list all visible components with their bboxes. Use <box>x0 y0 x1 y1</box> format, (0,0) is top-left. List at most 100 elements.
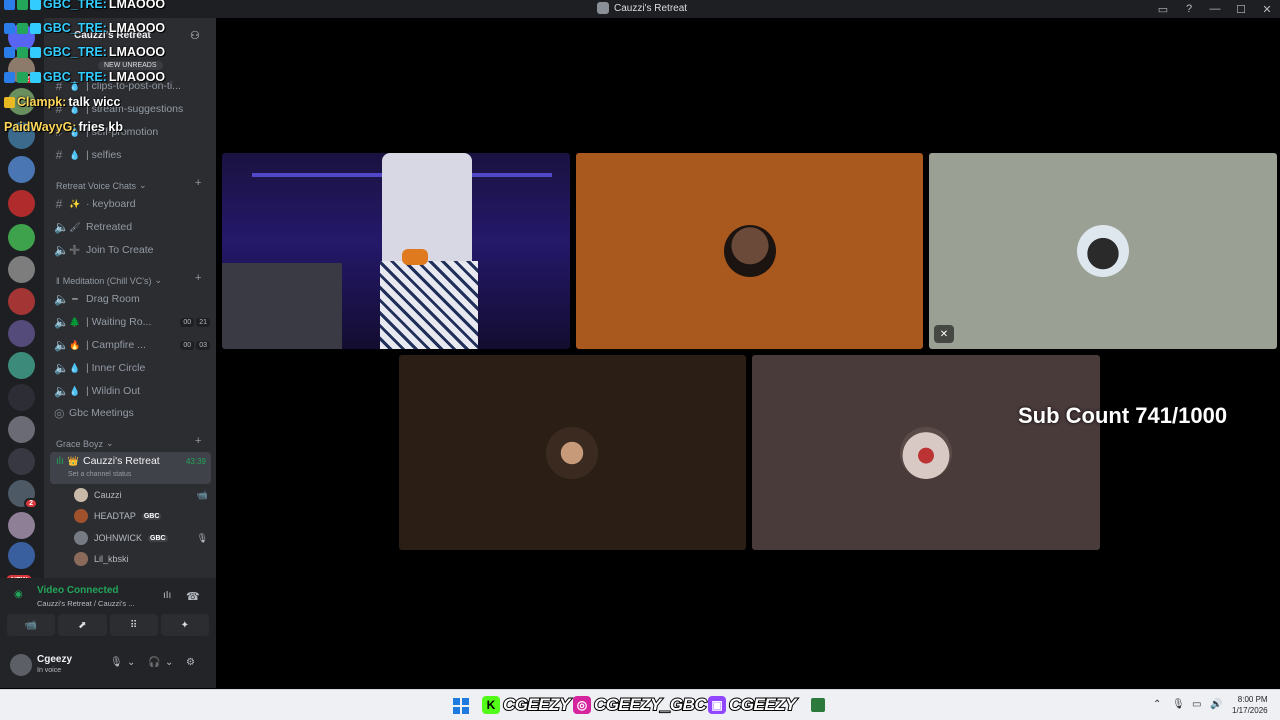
add-channel-icon[interactable]: + <box>195 177 201 189</box>
taskbar: K CGEEZY ◎ CGEEZY_GBC ▣ CGEEZY ⌃ 🎙 ▭ 🔊 8… <box>0 689 1280 720</box>
channel-retreated[interactable]: 🔈 🖌 Retreated <box>54 217 210 237</box>
voice-member[interactable]: Lil_kbski <box>74 550 208 568</box>
camera-button[interactable]: 📹 <box>7 614 56 636</box>
video-tile-participant[interactable] <box>576 153 923 349</box>
badge-icon <box>30 22 41 34</box>
video-tile-participant[interactable]: ✕ <box>929 153 1277 349</box>
video-tile-participant[interactable] <box>399 355 746 550</box>
sparkle-icon: ✨ <box>69 198 81 209</box>
server-icon[interactable] <box>8 190 35 217</box>
avatar <box>900 427 952 479</box>
twitch-icon: ▣ <box>708 696 726 714</box>
voice-member[interactable]: HEADTAP GBC <box>74 507 208 525</box>
server-icon[interactable] <box>8 256 35 283</box>
avatar <box>724 225 776 277</box>
channel-selfies[interactable]: # 💧 | selfies <box>54 145 210 165</box>
avatar[interactable] <box>10 654 32 676</box>
headphones-icon[interactable]: 🎧 <box>148 657 160 668</box>
badge-icon <box>4 22 15 34</box>
server-icon[interactable] <box>8 320 35 347</box>
server-icon[interactable] <box>8 156 35 183</box>
username[interactable]: Cgeezy <box>37 654 72 665</box>
microphone-icon[interactable]: 🎙 <box>1172 699 1185 710</box>
instagram-icon: ◎ <box>573 696 591 714</box>
server-icon <box>597 2 609 14</box>
active-voice-channel[interactable]: ılı 👑 Cauzzi's Retreat 43:39 Set a chann… <box>50 452 211 484</box>
volume-icon[interactable]: 🔊 <box>1210 699 1222 710</box>
channel-join-to-create[interactable]: 🔈 ➕ Join To Create <box>54 240 210 260</box>
invite-icon[interactable]: ⚇ <box>190 29 200 42</box>
microphone-icon[interactable]: 🎙 <box>110 657 123 668</box>
badge-icon <box>4 96 15 108</box>
chat-message: GBC_TRE: LMAOOO <box>4 67 165 87</box>
server-icon[interactable]: 2 <box>8 480 38 509</box>
server-icon[interactable] <box>8 512 35 539</box>
droplet-icon: 💧 <box>69 385 81 396</box>
add-channel-icon[interactable]: + <box>195 435 201 447</box>
badge-icon <box>17 22 28 34</box>
chevron-down-icon: ⌄ <box>154 275 163 285</box>
channel-gbc-meetings[interactable]: ◎ Gbc Meetings <box>54 403 210 423</box>
kick-icon: K <box>482 696 500 714</box>
mic-muted-icon: ✕ <box>934 325 954 343</box>
channel-drag-room[interactable]: 🔈 ━ Drag Room <box>54 289 210 309</box>
server-icon[interactable] <box>8 448 35 475</box>
noise-suppression-icon[interactable]: ıIı <box>163 590 171 601</box>
window-controls: ▭ ? — ☐ ✕ <box>1150 0 1280 18</box>
avatar <box>1077 225 1129 277</box>
server-icon[interactable] <box>8 352 35 379</box>
voice-actions: 📹 ⬈ ⠿ ✦ <box>7 614 209 636</box>
server-icon[interactable] <box>8 542 35 569</box>
channel-waiting-room[interactable]: 🔈 🌲 | Waiting Ro... 00 21 <box>54 312 210 332</box>
category-grace-boyz[interactable]: Grace Boyz ⌄ <box>56 438 114 449</box>
voice-channel-path[interactable]: Cauzzi's Retreat / Cauzzi's ... <box>37 599 134 608</box>
badge-icon <box>30 71 41 83</box>
chevron-down-icon[interactable]: ⌄ <box>165 657 173 668</box>
server-icon[interactable] <box>8 288 35 315</box>
badge-icon <box>17 46 28 58</box>
disconnect-icon[interactable]: ☎ <box>186 590 200 603</box>
screen-share-button[interactable]: ⬈ <box>58 614 107 636</box>
channel-inner-circle[interactable]: 🔈 💧 | Inner Circle <box>54 358 210 378</box>
stage-icon: ◎ <box>54 406 65 420</box>
voice-member[interactable]: Cauzzi 📹 <box>74 486 208 504</box>
avatar <box>74 531 88 545</box>
channel-campfire[interactable]: 🔈 🔥 | Campfire ... 00 03 <box>54 335 210 355</box>
gear-icon[interactable]: ⚙ <box>186 657 195 668</box>
soundboard-button[interactable]: ✦ <box>160 614 209 636</box>
window-title-text: Cauzzi's Retreat <box>614 2 688 14</box>
voice-active-icon: ılı <box>56 455 64 467</box>
chat-message: PaidWayyG: fries kb <box>4 120 123 134</box>
server-icon[interactable] <box>8 224 35 251</box>
system-clock[interactable]: 8:00 PM 1/17/2026 <box>1232 694 1268 716</box>
server-icon[interactable] <box>8 416 35 443</box>
category-meditation[interactable]: ‖ Meditation (Chill VC's) ⌄ <box>56 275 162 286</box>
add-channel-icon[interactable]: + <box>195 272 201 284</box>
droplet-icon: 💧 <box>69 362 81 373</box>
minimize-button[interactable]: — <box>1202 0 1228 18</box>
speaker-icon: 🔈 <box>54 243 69 257</box>
category-retreat-voice[interactable]: Retreat Voice Chats ⌄ <box>56 180 147 191</box>
desk-shape <box>222 263 342 349</box>
chevron-up-icon[interactable]: ⌃ <box>1153 699 1161 710</box>
close-button[interactable]: ✕ <box>1254 0 1280 18</box>
signal-icon[interactable]: ◉ <box>14 589 23 600</box>
server-icon[interactable] <box>8 384 35 411</box>
inbox-icon[interactable]: ▭ <box>1150 0 1176 18</box>
video-tile-participant[interactable] <box>752 355 1100 550</box>
activities-button[interactable]: ⠿ <box>109 614 158 636</box>
pants-shape <box>380 261 478 349</box>
voice-member[interactable]: JOHNWICK GBC 🎙 <box>74 529 208 547</box>
chevron-down-icon[interactable]: ⌄ <box>127 657 135 668</box>
voice-status[interactable]: Video Connected <box>37 585 119 596</box>
channel-keyboard[interactable]: # ✨ · keyboard <box>54 194 210 214</box>
channel-status[interactable]: Set a channel status <box>68 471 131 478</box>
help-icon[interactable]: ? <box>1176 0 1202 18</box>
maximize-button[interactable]: ☐ <box>1228 0 1254 18</box>
droplet-icon: 💧 <box>69 149 81 160</box>
display-icon[interactable]: ▭ <box>1192 699 1201 710</box>
terminal-app-icon[interactable] <box>811 698 825 712</box>
channel-wildin-out[interactable]: 🔈 💧 | Wildin Out <box>54 381 210 401</box>
video-tile-camera[interactable] <box>222 153 570 349</box>
windows-start-icon[interactable] <box>453 698 469 714</box>
